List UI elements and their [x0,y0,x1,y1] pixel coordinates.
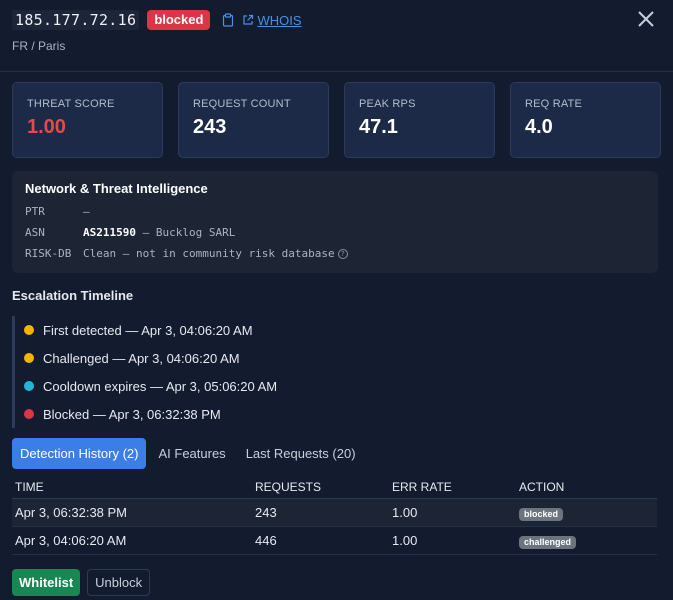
ip-address: 185.177.72.16 [12,10,140,30]
whois-label: WHOIS [257,12,302,28]
status-dot-icon [24,353,34,363]
intel-value: — [83,205,90,218]
stat-label: PEAK RPS [359,98,416,110]
cell-err-rate: 1.00 [389,526,516,555]
cell-action: challenged [516,526,657,555]
tab-last-requests[interactable]: Last Requests (20) [238,438,364,469]
status-dot-icon [24,381,34,391]
stat-value: 243 [193,116,227,138]
stat-label: REQUEST COUNT [193,98,291,110]
status-dot-icon [24,325,34,335]
escalation-timeline-title: Escalation Timeline [12,288,134,303]
whitelist-button[interactable]: Whitelist [12,569,81,596]
whois-link[interactable]: WHOIS [242,12,302,28]
action-buttons: Whitelist Unblock [12,569,673,596]
stat-card-peak-rps: PEAK RPS 47.1 [344,82,495,158]
threat-intel-panel: Network & Threat Intelligence PTR — ASN … [12,171,658,273]
intel-value: Clean — not in community risk database? [83,247,348,260]
stat-card-req-rate: REQ RATE 4.0 [510,82,661,158]
timeline-item: Challenged — Apr 3, 04:06:20 AM [24,344,673,372]
intel-key: RISK-DB [25,247,72,260]
cell-requests: 243 [252,498,389,527]
intel-row-ptr: PTR — [25,205,645,218]
action-badge: blocked [519,508,564,521]
detail-header: 185.177.72.16 blocked WHOIS FR / Paris [0,0,673,72]
column-header-time: TIME [12,477,252,499]
column-header-action: ACTION [516,477,657,499]
table-row: Apr 3, 06:32:38 PM 243 1.00 blocked [12,498,657,527]
timeline-text: Challenged — Apr 3, 04:06:20 AM [43,350,240,366]
timeline-item: Cooldown expires — Apr 3, 05:06:20 AM [24,372,673,400]
cell-requests: 446 [252,526,389,555]
location: FR / Paris [12,39,66,53]
intel-key: ASN [25,226,45,239]
risk-db-status: Clean — not in community risk database [83,247,335,260]
column-header-err-rate: ERR RATE [389,477,516,499]
stat-label: THREAT SCORE [27,98,115,110]
timeline-text: First detected — Apr 3, 04:06:20 AM [43,322,253,338]
escalation-timeline: First detected — Apr 3, 04:06:20 AM Chal… [12,316,673,428]
stats-cards: THREAT SCORE 1.00 REQUEST COUNT 243 PEAK… [0,72,673,158]
intel-title: Network & Threat Intelligence [25,181,208,196]
unblock-button[interactable]: Unblock [87,569,151,596]
asn-number: AS211590 [83,226,136,239]
detection-history-table: TIME REQUESTS ERR RATE ACTION Apr 3, 06:… [12,477,657,555]
stat-label: REQ RATE [525,98,583,110]
intel-row-asn: ASN AS211590 — Bucklog SARL [25,226,645,239]
timeline-item: Blocked — Apr 3, 06:32:38 PM [24,400,673,428]
cell-time: Apr 3, 04:06:20 AM [12,526,252,555]
detail-tabs: Detection History (2) AI Features Last R… [12,438,673,469]
clipboard-icon[interactable] [222,13,234,27]
asn-owner: — Bucklog SARL [135,226,236,239]
stat-card-threat-score: THREAT SCORE 1.00 [12,82,163,158]
table-row: Apr 3, 04:06:20 AM 446 1.00 challenged [12,526,657,555]
stat-value: 47.1 [359,116,398,138]
cell-err-rate: 1.00 [389,498,516,527]
stat-card-request-count: REQUEST COUNT 243 [178,82,329,158]
stat-value: 1.00 [27,116,66,138]
intel-key: PTR [25,205,45,218]
status-badge: blocked [147,10,211,30]
close-icon[interactable] [637,10,655,28]
timeline-text: Cooldown expires — Apr 3, 05:06:20 AM [43,378,278,394]
intel-row-risk-db: RISK-DB Clean — not in community risk da… [25,247,645,260]
tab-ai-features[interactable]: AI Features [150,438,233,469]
action-badge: challenged [519,536,577,549]
timeline-item: First detected — Apr 3, 04:06:20 AM [24,316,673,344]
external-link-icon [243,14,254,25]
intel-value: AS211590 — Bucklog SARL [83,226,235,239]
cell-time: Apr 3, 06:32:38 PM [12,498,252,527]
timeline-text: Blocked — Apr 3, 06:32:38 PM [43,406,221,422]
help-icon[interactable]: ? [337,249,348,259]
status-dot-icon [24,409,34,419]
stat-value: 4.0 [525,116,553,138]
cell-action: blocked [516,498,657,527]
column-header-requests: REQUESTS [252,477,389,499]
tab-detection-history[interactable]: Detection History (2) [12,438,147,469]
